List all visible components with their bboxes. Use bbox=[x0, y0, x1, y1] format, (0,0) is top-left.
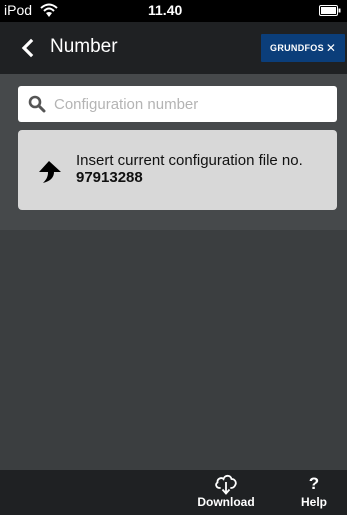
help-button[interactable]: ? Help bbox=[296, 473, 332, 509]
help-icon: ? bbox=[308, 474, 320, 493]
wifi-icon bbox=[40, 3, 58, 17]
status-time: 11.40 bbox=[148, 2, 183, 18]
back-button[interactable] bbox=[20, 35, 36, 61]
info-text: Insert current configuration file no. 97… bbox=[76, 152, 303, 186]
bottom-toolbar: Download ? Help bbox=[0, 470, 347, 515]
download-button[interactable]: Download bbox=[192, 473, 260, 509]
cloud-download-icon bbox=[215, 474, 237, 495]
config-file-number: 97913288 bbox=[76, 169, 143, 186]
page-title: Number bbox=[50, 36, 118, 57]
upload-arrow-icon bbox=[39, 161, 61, 183]
main-content: Insert current configuration file no. 97… bbox=[0, 74, 347, 230]
info-message: Insert current configuration file no. bbox=[76, 152, 303, 169]
battery-icon bbox=[319, 5, 341, 16]
help-label: Help bbox=[300, 495, 327, 509]
logo-text: GRUNDFOS bbox=[270, 43, 324, 53]
search-icon bbox=[28, 95, 46, 113]
nav-bar: Number GRUNDFOS ✕ bbox=[0, 22, 347, 74]
logo-mark-icon: ✕ bbox=[325, 41, 336, 55]
device-name: iPod bbox=[4, 2, 33, 18]
insert-config-card[interactable]: Insert current configuration file no. 97… bbox=[18, 130, 337, 210]
grundfos-logo: GRUNDFOS ✕ bbox=[261, 34, 345, 62]
search-bar[interactable] bbox=[18, 86, 337, 122]
download-label: Download bbox=[197, 495, 255, 509]
status-bar: iPod 11.40 bbox=[0, 0, 347, 22]
configuration-number-input[interactable] bbox=[52, 88, 326, 120]
